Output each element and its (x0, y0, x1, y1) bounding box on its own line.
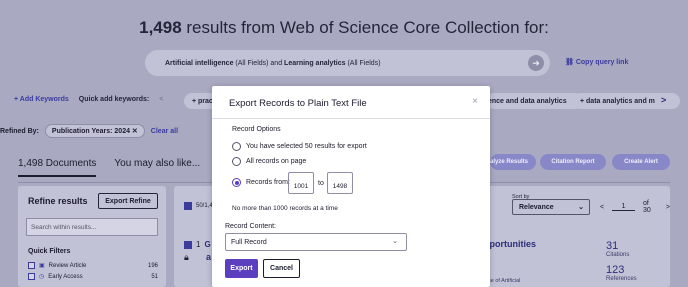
query-field-1: (All Fields) and (233, 59, 285, 67)
refine-panel-title: Refine results (28, 196, 88, 206)
export-button[interactable]: Export (225, 259, 258, 278)
prev-page-icon[interactable]: < (600, 204, 604, 211)
page-total: of 30 (643, 200, 651, 214)
record-options-heading: Record Options (232, 126, 281, 133)
sort-by-select[interactable]: Relevance ⌄ (512, 199, 590, 215)
run-query-arrow-icon[interactable]: ➜ (528, 55, 544, 71)
refined-by-label: Refined By: (0, 127, 39, 135)
filter-row-review-article[interactable]: ▣ Review Article 196 (28, 262, 158, 269)
analyze-results-button[interactable]: alyze Results (490, 154, 536, 170)
add-keywords-button[interactable]: + Add Keywords (14, 96, 69, 103)
radio-selected-results[interactable] (232, 142, 241, 151)
citation-report-button[interactable]: Citation Report (540, 154, 606, 170)
radio-selected-results-label: You have selected 50 results for export (246, 143, 367, 150)
query-field-2: (All Fields) (345, 59, 381, 67)
records-limit-note: No more than 1000 records at a time (232, 205, 338, 212)
results-count: 1,498 (139, 18, 182, 37)
checkbox-checked-icon (184, 202, 192, 210)
select-all-checkbox[interactable]: 50/1,4 (184, 202, 213, 210)
query-term-1: Artificial intelligence (165, 59, 234, 67)
query-bar: Artificial intelligence (All Fields) and… (145, 50, 550, 76)
references-label: References (606, 276, 637, 282)
keyword-chip-data-analytics[interactable]: ence and data analytics (486, 93, 582, 109)
tab-documents[interactable]: 1,498 Documents (18, 158, 97, 177)
filter-checkbox[interactable] (28, 273, 35, 280)
keywords-prev-icon[interactable]: < (159, 96, 163, 103)
copy-query-link[interactable]: ⛓ Copy query link (565, 58, 628, 66)
cancel-button[interactable]: Cancel (263, 259, 300, 278)
filter-row-early-access[interactable]: ◷ Early Access 51 (28, 273, 158, 280)
records-to-label: to (318, 180, 324, 187)
records-to-input[interactable]: 1498 (327, 172, 353, 194)
chevron-down-icon: ⌄ (392, 238, 398, 245)
create-alert-button[interactable]: Create Alert (612, 154, 670, 170)
citations-label: Citations (606, 252, 630, 258)
export-dialog: Export Records to Plain Text File × Reco… (212, 86, 490, 287)
radio-records-range[interactable] (232, 178, 241, 187)
dialog-divider (212, 118, 490, 119)
result-1-title[interactable]: pportunities (484, 239, 536, 249)
citation-count[interactable]: 31 (606, 240, 618, 252)
checkbox-checked-icon (184, 240, 192, 249)
keywords-next-icon[interactable]: > (661, 95, 666, 105)
radio-records-range-label: Records from: (246, 179, 290, 186)
result-1-title-fragment[interactable]: a (206, 252, 211, 262)
results-headline: 1,498 results from Web of Science Core C… (0, 18, 688, 38)
page-input[interactable]: 1 (612, 203, 636, 211)
reference-count[interactable]: 123 (606, 264, 624, 276)
record-content-label: Record Content: (225, 223, 276, 230)
quick-filters-heading: Quick Filters (28, 248, 71, 255)
quick-add-label: Quick add keywords: (78, 96, 150, 103)
export-refine-button[interactable]: Export Refine (98, 193, 158, 209)
next-page-icon[interactable]: > (666, 204, 670, 211)
clear-all-link[interactable]: Clear all (151, 128, 178, 135)
keyword-row: + Add Keywords Quick add keywords: < (14, 96, 163, 103)
clock-icon: ◷ (39, 274, 45, 280)
refine-search-input[interactable]: Search within results... (26, 218, 158, 236)
result-1-checkbox[interactable]: 1 G (184, 240, 211, 249)
refine-panel: Refine results Export Refine Search with… (18, 186, 166, 287)
refined-by-pill[interactable]: Publication Years: 2024 ✕ (44, 124, 145, 138)
chevron-down-icon: ⌄ (578, 204, 584, 211)
tab-you-may-also-like[interactable]: You may also like... (114, 158, 200, 177)
link-icon: ⛓ (565, 59, 576, 66)
record-content-select[interactable]: Full Record ⌄ (225, 233, 407, 251)
refined-by-row: Refined By: Publication Years: 2024 ✕ Cl… (0, 124, 178, 138)
results-headline-text: results from Web of Science Core Collect… (181, 18, 549, 37)
dialog-title: Export Records to Plain Text File (229, 98, 367, 109)
radio-all-records-on-page[interactable] (232, 157, 241, 166)
radio-all-records-label: All records on page (246, 158, 307, 165)
close-icon[interactable]: × (472, 96, 478, 107)
records-from-input[interactable]: 1001 (288, 172, 314, 194)
filter-checkbox[interactable] (28, 262, 35, 269)
lock-icon: 🔒︎ (184, 252, 189, 262)
query-term-2: Learning analytics (284, 59, 346, 67)
document-icon: ▣ (39, 263, 45, 269)
pagination: < 1 of 30 > (600, 200, 670, 214)
result-tabs: 1,498 Documents You may also like... (18, 158, 200, 177)
